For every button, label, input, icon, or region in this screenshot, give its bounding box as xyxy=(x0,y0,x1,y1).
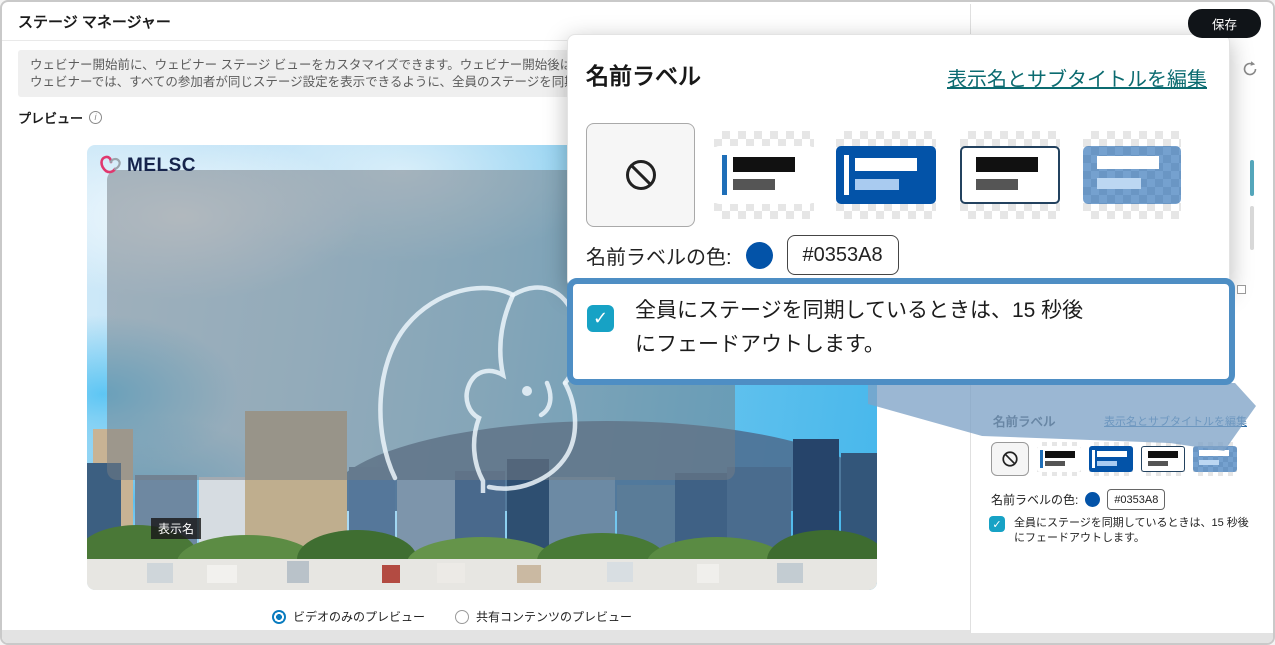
none-icon xyxy=(623,157,659,193)
sync-fade-callout: ✓ 全員にステージを同期しているときは、15 秒後 にフェードアウトします。 xyxy=(567,278,1235,385)
house-row xyxy=(87,559,877,590)
name-label-zoom-panel: 名前ラベル 表示名とサブタイトルを編集 xyxy=(567,34,1230,288)
sidebar-label-color-label: 名前ラベルの色: xyxy=(991,491,1078,508)
brand-logo: MELSC xyxy=(97,153,196,179)
sync-fade-text-line2: にフェードアウトします。 xyxy=(1014,532,1145,544)
preview-mode-radios: ビデオのみのプレビュー 共有コンテンツのプレビュー xyxy=(272,608,632,625)
style-option-accent-bar[interactable] xyxy=(1037,442,1081,476)
radio-shared-content-label: 共有コンテンツのプレビュー xyxy=(476,608,632,625)
style-option-outline[interactable] xyxy=(1141,442,1185,476)
heart-logo-icon xyxy=(97,153,123,179)
sidebar-label-style-options xyxy=(991,442,1237,476)
sync-fade-checkbox[interactable]: ✓ xyxy=(989,516,1005,532)
page-title: ステージ マネージャー xyxy=(18,11,171,32)
sync-fade-text-line1: 全員にステージを同期しているときは、15 秒後 xyxy=(1014,517,1249,529)
scrollbar-track[interactable] xyxy=(1250,206,1254,250)
sidebar-sync-fade-row: ✓ 全員にステージを同期しているときは、15 秒後 にフェードアウトします。 xyxy=(989,516,1264,546)
radio-video-only-label: ビデオのみのプレビュー xyxy=(293,608,425,625)
callout-text-line2: にフェードアウトします。 xyxy=(635,328,1083,362)
style-option-solid[interactable] xyxy=(836,131,936,219)
style-option-accent-bar[interactable] xyxy=(714,131,814,219)
panel-label-color-label: 名前ラベルの色: xyxy=(586,241,732,270)
panel-label-color-row: 名前ラベルの色: xyxy=(586,235,899,275)
radio-shared-content[interactable]: 共有コンテンツのプレビュー xyxy=(455,608,632,625)
color-swatch[interactable] xyxy=(746,242,773,269)
brand-logo-text: MELSC xyxy=(127,155,196,177)
style-option-solid[interactable] xyxy=(1089,442,1133,476)
stage-manager-window: ステージ マネージャー 保存 ウェビナー開始前に、ウェビナー ステージ ビューを… xyxy=(0,0,1275,645)
color-swatch[interactable] xyxy=(1085,492,1100,507)
sync-fade-checkbox[interactable]: ✓ xyxy=(587,305,614,332)
info-icon[interactable]: i xyxy=(89,111,102,124)
display-name-tag: 表示名 xyxy=(151,518,201,539)
style-option-none[interactable] xyxy=(586,123,695,227)
style-option-none[interactable] xyxy=(991,442,1029,476)
style-option-translucent[interactable] xyxy=(1083,131,1181,219)
radio-video-only[interactable]: ビデオのみのプレビュー xyxy=(272,608,425,625)
sidebar-name-label-title: 名前ラベル xyxy=(993,411,1056,430)
style-option-translucent[interactable] xyxy=(1193,442,1237,476)
color-hex-input[interactable] xyxy=(787,235,899,275)
radio-shared-content-control[interactable] xyxy=(455,610,469,624)
callout-resize-handle xyxy=(1237,285,1246,294)
callout-text-line1: 全員にステージを同期しているときは、15 秒後 xyxy=(635,294,1083,328)
avatar-placeholder-icon xyxy=(365,243,585,493)
refresh-icon[interactable] xyxy=(1241,60,1259,78)
color-hex-input[interactable] xyxy=(1107,489,1165,510)
none-icon xyxy=(1001,450,1019,468)
sidebar-edit-display-name-link[interactable]: 表示名とサブタイトルを編集 xyxy=(1104,413,1247,429)
panel-name-label-title: 名前ラベル xyxy=(586,57,701,91)
preview-label: プレビュー xyxy=(18,108,83,127)
save-button[interactable]: 保存 xyxy=(1188,9,1261,38)
radio-video-only-control[interactable] xyxy=(272,610,286,624)
sidebar-label-color-row: 名前ラベルの色: xyxy=(991,489,1165,510)
style-option-outline[interactable] xyxy=(960,131,1060,219)
panel-edit-display-name-link[interactable]: 表示名とサブタイトルを編集 xyxy=(947,63,1207,92)
preview-header: プレビュー i xyxy=(18,108,102,127)
scrollbar-thumb[interactable] xyxy=(1250,160,1254,196)
